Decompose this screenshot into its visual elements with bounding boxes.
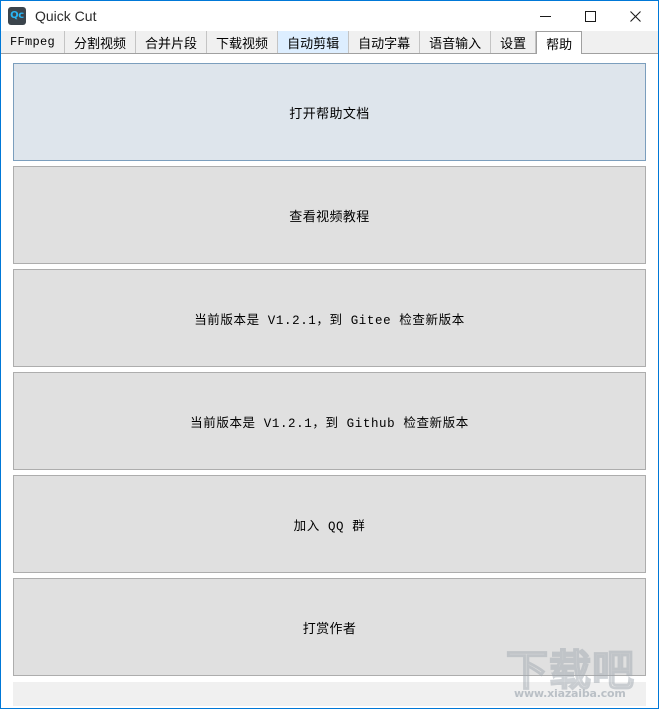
action-button-5[interactable]: 打赏作者: [13, 578, 646, 676]
tab-label: 帮助: [546, 36, 573, 52]
tab-0[interactable]: FFmpeg: [1, 31, 66, 53]
close-button[interactable]: [613, 1, 658, 31]
tab-bar: FFmpeg 分割视频 合并片段 下载视频 自动剪辑 自动字幕 语音输入 设置 帮助: [1, 31, 658, 54]
action-button-label: 打赏作者: [302, 620, 357, 636]
minimize-icon: [540, 11, 551, 22]
tab-2[interactable]: 合并片段: [136, 31, 208, 53]
tab-label: 下载视频: [216, 35, 269, 51]
window-controls: [523, 1, 658, 31]
tab-label: 自动剪辑: [287, 35, 340, 51]
action-button-1[interactable]: 查看视频教程: [13, 166, 646, 264]
status-bar: [13, 681, 646, 706]
tab-label: 合并片段: [145, 35, 198, 51]
action-button-label: 当前版本是 V1.2.1，到 Gitee 检查新版本: [194, 313, 465, 328]
action-button-label: 打开帮助文档: [289, 105, 370, 121]
tab-label: 语音输入: [429, 35, 482, 51]
action-button-3[interactable]: 当前版本是 V1.2.1，到 Github 检查新版本: [13, 372, 646, 470]
title-bar[interactable]: Qc Quick Cut: [1, 1, 658, 31]
minimize-button[interactable]: [523, 1, 568, 31]
tab-4[interactable]: 自动剪辑: [278, 31, 350, 53]
tab-bar-filler: [582, 31, 658, 53]
action-button-4[interactable]: 加入 QQ 群: [13, 475, 646, 573]
tab-6[interactable]: 语音输入: [420, 31, 492, 53]
window-title: Quick Cut: [35, 8, 97, 24]
tab-label: FFmpeg: [10, 35, 56, 49]
tab-label: 设置: [500, 35, 527, 51]
tab-8[interactable]: 帮助: [536, 31, 583, 54]
main-content: 打开帮助文档 查看视频教程当前版本是 V1.2.1，到 Gitee 检查新版本 当前…: [1, 54, 658, 708]
action-button-label: 查看视频教程: [289, 208, 370, 224]
maximize-button[interactable]: [568, 1, 613, 31]
maximize-icon: [585, 10, 596, 22]
action-button-label: 当前版本是 V1.2.1，到 Github 检查新版本: [190, 416, 469, 431]
action-button-label: 加入 QQ 群: [293, 519, 366, 534]
action-button-0[interactable]: 打开帮助文档: [13, 63, 646, 161]
app-icon: Qc: [8, 7, 26, 25]
tab-7[interactable]: 设置: [491, 31, 537, 53]
tab-label: 分割视频: [74, 35, 127, 51]
app-window: Qc Quick Cut FFmpeg 分割视频 合并片段 下载视频 自动剪辑 自动字幕 语…: [0, 0, 659, 709]
close-icon: [630, 10, 641, 22]
action-button-2[interactable]: 当前版本是 V1.2.1，到 Gitee 检查新版本: [13, 269, 646, 367]
tab-3[interactable]: 下载视频: [207, 31, 279, 53]
tab-5[interactable]: 自动字幕: [349, 31, 421, 53]
tab-label: 自动字幕: [358, 35, 411, 51]
tab-1[interactable]: 分割视频: [65, 31, 137, 53]
